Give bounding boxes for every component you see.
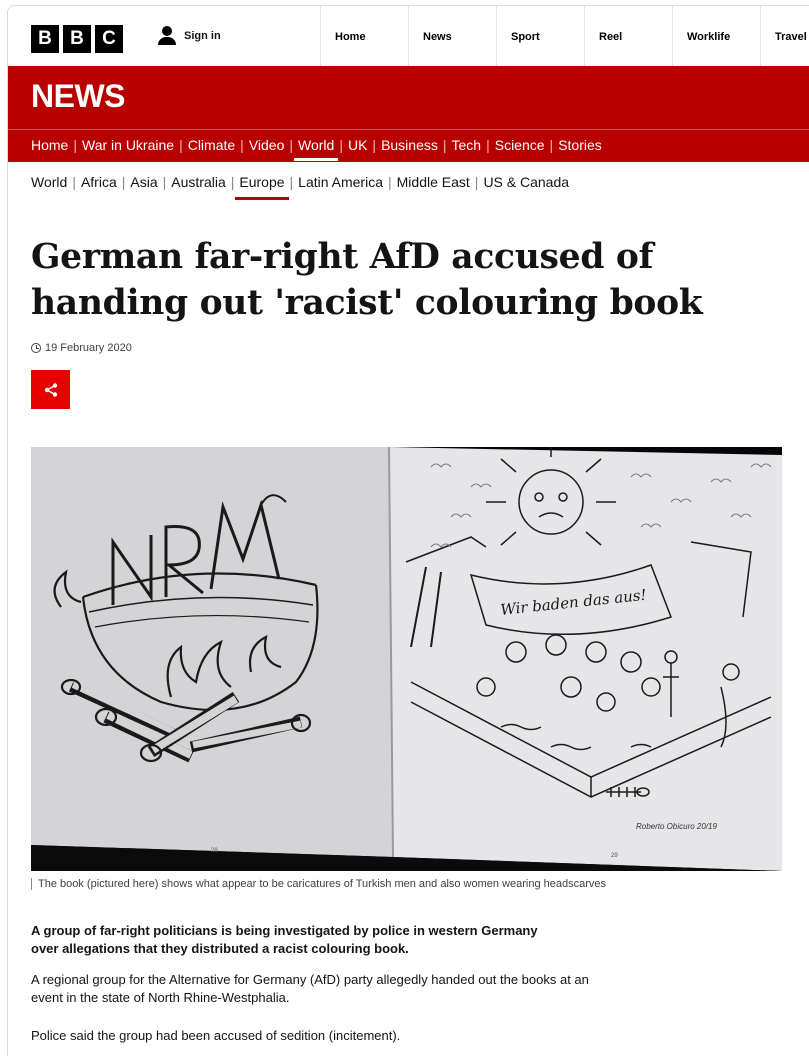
sub-nav-asia[interactable]: Asia [130,174,157,190]
news-nav-tech[interactable]: Tech [452,137,482,153]
nav-separator: | [339,136,343,153]
news-nav-stories[interactable]: Stories [558,137,602,153]
nav-separator: | [372,136,377,153]
bbc-logo-letter: C [95,25,123,53]
sign-in-label: Sign in [184,30,221,42]
nav-separator: | [72,174,76,190]
article-image: 28 Wir baden das aus! Roberto Obicuro 20… [31,447,782,871]
news-nav-business[interactable]: Business [381,137,438,153]
top-nav-travel[interactable]: Travel [760,6,809,66]
page-number-left: 28 [211,848,218,854]
news-nav-uk[interactable]: UK [348,137,367,153]
page-number-right: 29 [611,853,618,859]
nav-separator: | [121,174,126,190]
nav-separator: | [289,174,294,190]
article-lead: A group of far-right politicians is bein… [31,923,538,956]
browser-viewport: B B C Sign in Home News Sport Reel Workl… [7,5,809,1056]
news-nav-home[interactable]: Home [31,137,68,153]
signature-text: Roberto Obicuro 20/19 [636,822,717,831]
share-button[interactable] [31,370,70,409]
sub-nav-europe[interactable]: Europe [235,174,289,200]
sub-nav-us-canada[interactable]: US & Canada [483,174,569,190]
news-logo[interactable]: NEWS [31,78,126,115]
nav-separator: | [162,174,167,190]
nav-separator: | [474,174,479,190]
nrw-text: NRW [116,586,118,588]
nav-separator: | [73,136,77,153]
top-nav-news[interactable]: News [408,6,496,66]
nav-separator: | [388,174,392,190]
article-paragraph: Police said the group had been accused o… [31,1028,401,1043]
article-headline: German far-right AfD accused of handing … [31,237,703,323]
clock-icon [31,343,41,353]
nav-separator: | [289,136,294,153]
colouring-book-illustration: 28 Wir baden das aus! Roberto Obicuro 20… [31,447,782,871]
news-nav-science[interactable]: Science [495,137,545,153]
bbc-logo-letter: B [63,25,91,53]
top-nav-sport[interactable]: Sport [496,6,584,66]
nav-separator: | [549,136,554,153]
top-nav-reel[interactable]: Reel [584,6,672,66]
bbc-masthead: B B C Sign in Home News Sport Reel Workl… [8,6,809,67]
sub-nav: World | Africa | Asia | Australia | Europe | … [8,162,809,202]
news-nav-climate[interactable]: Climate [188,137,235,153]
image-caption: The book (pictured here) shows what appe… [31,878,606,890]
bbc-logo[interactable]: B B C [31,25,123,53]
nav-separator: | [230,174,235,190]
sub-nav-middle-east[interactable]: Middle East [397,174,470,190]
top-nav-home[interactable]: Home [320,6,408,66]
nav-separator: | [442,136,447,153]
share-icon [44,382,57,397]
sub-nav-world[interactable]: World [31,174,67,190]
news-nav: Home | War in Ukraine | Climate | Video | Wo… [8,129,809,161]
nav-separator: | [240,136,244,153]
user-icon [158,26,176,46]
bbc-logo-letter: B [31,25,59,53]
sub-nav-australia[interactable]: Australia [171,174,225,190]
news-nav-war-in-ukraine[interactable]: War in Ukraine [82,137,174,153]
top-nav: Home News Sport Reel Worklife Travel [320,6,809,66]
sub-nav-latin-america[interactable]: Latin America [298,174,383,190]
top-nav-worklife[interactable]: Worklife [672,6,760,66]
news-nav-video[interactable]: Video [249,137,285,153]
article-paragraph: A regional group for the Alternative for… [31,972,589,1005]
nav-separator: | [179,136,183,153]
sign-in-link[interactable]: Sign in [158,26,221,46]
sub-nav-africa[interactable]: Africa [81,174,117,190]
nav-separator: | [486,136,490,153]
article-date-text: 19 February 2020 [45,342,132,354]
article-date: 19 February 2020 [31,342,132,354]
news-nav-world[interactable]: World [293,137,339,161]
